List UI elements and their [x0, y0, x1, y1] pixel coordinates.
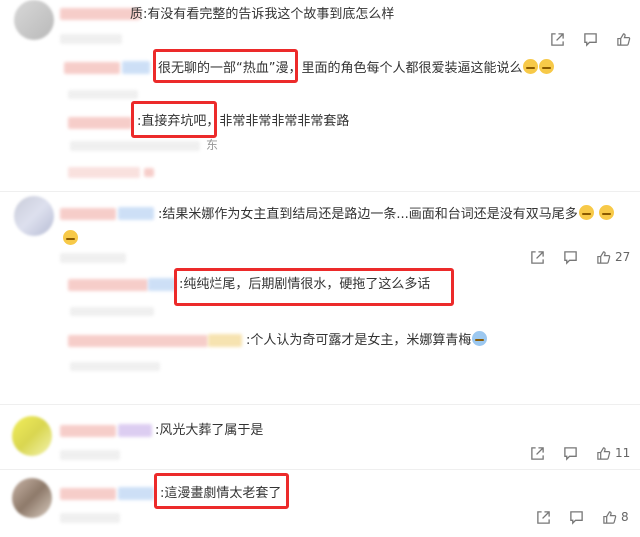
- badge-blurred: [118, 487, 154, 500]
- share-button[interactable]: [550, 32, 565, 47]
- thumbs-up-icon: [597, 446, 611, 460]
- highlight-box: [174, 268, 454, 306]
- username-blurred[interactable]: [64, 62, 120, 74]
- username-blurred[interactable]: [68, 117, 132, 129]
- highlight-box: [154, 473, 289, 509]
- comment-icon: [564, 250, 577, 265]
- divider: [0, 191, 640, 192]
- comment-text: :结果米娜作为女主直到结局还是路边一条...画面和台词还是没有双马尾多: [158, 205, 614, 224]
- thumbs-up-icon: [617, 32, 631, 46]
- reply-meta-blurred: [70, 141, 200, 151]
- emoji-icon: [598, 205, 614, 220]
- comment-button[interactable]: [563, 250, 578, 265]
- share-icon: [531, 250, 544, 264]
- avatar[interactable]: [14, 0, 54, 40]
- comment-text-body: :结果米娜作为女主直到结局还是路边一条...画面和台词还是没有双马尾多: [158, 207, 578, 222]
- reply-meta-blurred: [68, 90, 138, 99]
- divider: [0, 469, 640, 470]
- highlight-box: [131, 101, 217, 138]
- share-button[interactable]: [530, 446, 545, 461]
- badge-blurred: [148, 278, 176, 291]
- comment-icon: [570, 510, 583, 525]
- avatar[interactable]: [12, 478, 52, 518]
- comment-meta-blurred: [60, 253, 126, 263]
- reply-meta-blurred: [144, 168, 154, 177]
- reply-meta-blurred: [70, 362, 160, 371]
- like-count: 11: [615, 446, 631, 460]
- comment-text: 质:有没有看完整的告诉我这个故事到底怎么样: [130, 7, 395, 22]
- username-blurred[interactable]: [60, 425, 116, 437]
- comment-meta-blurred: [60, 513, 120, 523]
- comment-text: :风光大葬了属于是: [155, 423, 264, 438]
- reply-meta-blurred: [68, 167, 140, 178]
- share-icon: [537, 510, 550, 524]
- share-icon: [531, 446, 544, 460]
- share-button[interactable]: [536, 510, 551, 525]
- like-button[interactable]: 27: [596, 250, 630, 265]
- comment-meta-blurred: [60, 450, 120, 460]
- badge-blurred: [122, 61, 150, 74]
- like-button[interactable]: 8: [602, 510, 629, 525]
- comment-icon: [584, 32, 597, 47]
- emoji-icon: [539, 59, 555, 74]
- comment-icon: [564, 446, 577, 461]
- highlight-box: [153, 49, 298, 83]
- username-blurred[interactable]: [68, 279, 148, 291]
- badge-blurred: [118, 207, 154, 220]
- emoji-icon: [578, 205, 594, 220]
- comment-actions: [550, 30, 631, 48]
- username-blurred[interactable]: [60, 488, 116, 500]
- avatar[interactable]: [14, 196, 54, 236]
- emoji-icon: [523, 59, 539, 74]
- comment-button[interactable]: [563, 446, 578, 461]
- thumbs-up-icon: [603, 510, 617, 524]
- share-button[interactable]: [530, 250, 545, 265]
- like-button[interactable]: 11: [596, 446, 630, 461]
- avatar[interactable]: [12, 416, 52, 456]
- comment-actions: 27: [530, 248, 630, 266]
- like-button[interactable]: [616, 32, 631, 47]
- comment-actions: 11: [530, 444, 630, 462]
- badge-blurred: [118, 424, 152, 437]
- reply-meta-fragment: 东: [206, 138, 219, 152]
- reply-text-body: :个人认为奇可露才是女主，米娜算青梅: [246, 333, 472, 348]
- like-count: 27: [615, 250, 631, 264]
- comment-button[interactable]: [569, 510, 584, 525]
- reply-text: :个人认为奇可露才是女主，米娜算青梅: [246, 331, 488, 350]
- comment-actions: 8: [536, 508, 629, 526]
- divider: [0, 404, 640, 405]
- like-count: 8: [621, 510, 629, 524]
- username-blurred[interactable]: [68, 335, 208, 347]
- badge-blurred: [208, 334, 242, 347]
- reply-meta-blurred: [70, 307, 154, 316]
- emoji-icon: [472, 331, 488, 346]
- comment-button[interactable]: [583, 32, 598, 47]
- thumbs-up-icon: [597, 250, 611, 264]
- emoji-icon: [63, 230, 78, 245]
- username-blurred[interactable]: [60, 8, 140, 20]
- username-blurred[interactable]: [60, 208, 116, 220]
- share-icon: [551, 32, 564, 46]
- comment-meta-blurred: [60, 34, 122, 44]
